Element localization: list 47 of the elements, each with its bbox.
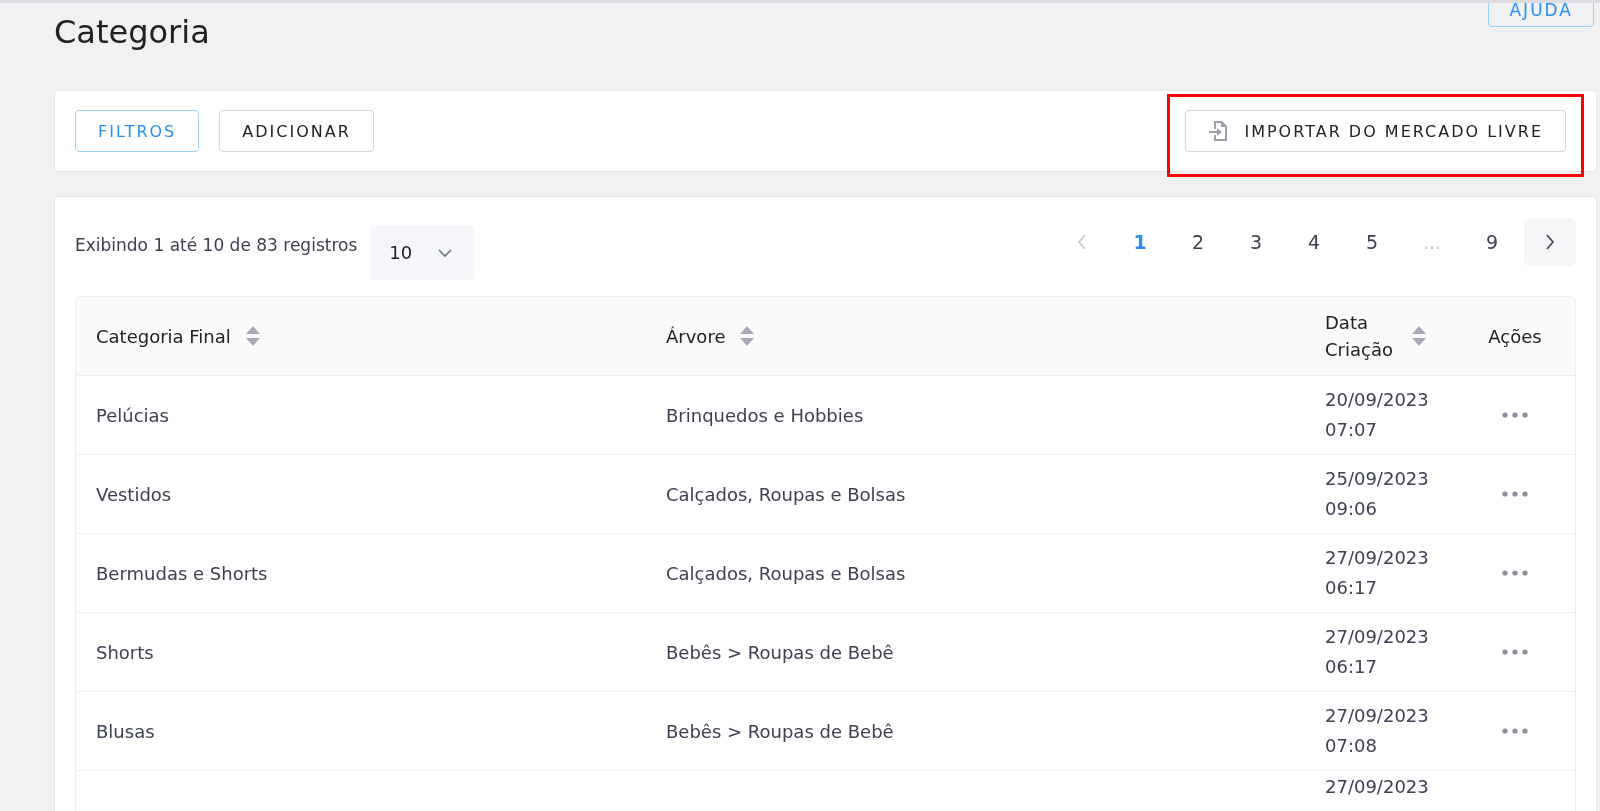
table-cell-text: 27/09/2023 bbox=[1325, 546, 1429, 571]
table-cell: Blusas bbox=[96, 720, 155, 742]
table-cell-text: 09:06 bbox=[1325, 497, 1377, 521]
pagination-ellipsis: ... bbox=[1421, 230, 1443, 255]
sort-icon[interactable] bbox=[244, 325, 261, 347]
table-cell-text: 20/09/2023 bbox=[1325, 388, 1429, 413]
import-button[interactable]: IMPORTAR DO MERCADO LIVRE bbox=[1185, 110, 1566, 152]
sort-icon[interactable] bbox=[739, 325, 756, 347]
table-cell-text: 06:17 bbox=[1325, 576, 1377, 600]
page-button[interactable]: 5 bbox=[1346, 218, 1398, 266]
column-header: Ações bbox=[1488, 325, 1542, 347]
column-header: Categoria Final bbox=[96, 325, 231, 347]
page-button[interactable]: 3 bbox=[1230, 218, 1282, 266]
page-title: Categoria bbox=[54, 13, 210, 51]
table-cell-text: 27/09/2023 bbox=[1325, 704, 1429, 729]
more-icon[interactable] bbox=[1502, 728, 1528, 734]
page-button[interactable]: 4 bbox=[1288, 218, 1340, 266]
sort-icon[interactable] bbox=[1411, 325, 1427, 347]
table-cell: 27/09/2023 bbox=[1325, 775, 1429, 799]
table-cell: Vestidos bbox=[96, 483, 172, 505]
add-button[interactable]: ADICIONAR bbox=[219, 110, 374, 152]
table-cell: Brinquedos e Hobbies bbox=[666, 404, 864, 426]
records-summary: Exibindo 1 até 10 de 83 registros bbox=[75, 235, 358, 255]
table-cell-text: 25/09/2023 bbox=[1325, 467, 1429, 492]
table-cell-text: 07:08 bbox=[1325, 734, 1377, 758]
chevron-right-icon bbox=[1545, 234, 1555, 250]
table-cell: Bebês > Roupas de Bebê bbox=[666, 641, 894, 663]
table-cell: Bebês > Roupas de Bebê bbox=[666, 720, 894, 742]
more-icon[interactable] bbox=[1502, 570, 1528, 576]
page-size-select[interactable]: 10 bbox=[371, 225, 475, 280]
page-button[interactable]: 2 bbox=[1172, 218, 1224, 266]
more-icon[interactable] bbox=[1502, 491, 1528, 497]
table-cell: Bermudas e Shorts bbox=[96, 562, 268, 584]
table-cell: Calçados, Roupas e Bolsas bbox=[666, 483, 906, 505]
more-icon[interactable] bbox=[1502, 412, 1528, 418]
table-cell: Shorts bbox=[96, 641, 154, 663]
table-cell-text: 27/09/2023 bbox=[1325, 625, 1429, 650]
column-header: Árvore bbox=[666, 325, 726, 347]
page-button[interactable]: 9 bbox=[1466, 218, 1518, 266]
table-cell: Calçados, Roupas e Bolsas bbox=[666, 562, 906, 584]
table-cell: Pelúcias bbox=[96, 404, 169, 426]
more-icon[interactable] bbox=[1502, 649, 1528, 655]
table-cell-text: 07:07 bbox=[1325, 418, 1377, 442]
chevron-down-icon bbox=[438, 247, 453, 258]
column-header: Data Criação bbox=[1325, 311, 1394, 362]
table-cell-text: 06:17 bbox=[1325, 655, 1377, 679]
chevron-left-icon bbox=[1077, 234, 1087, 250]
